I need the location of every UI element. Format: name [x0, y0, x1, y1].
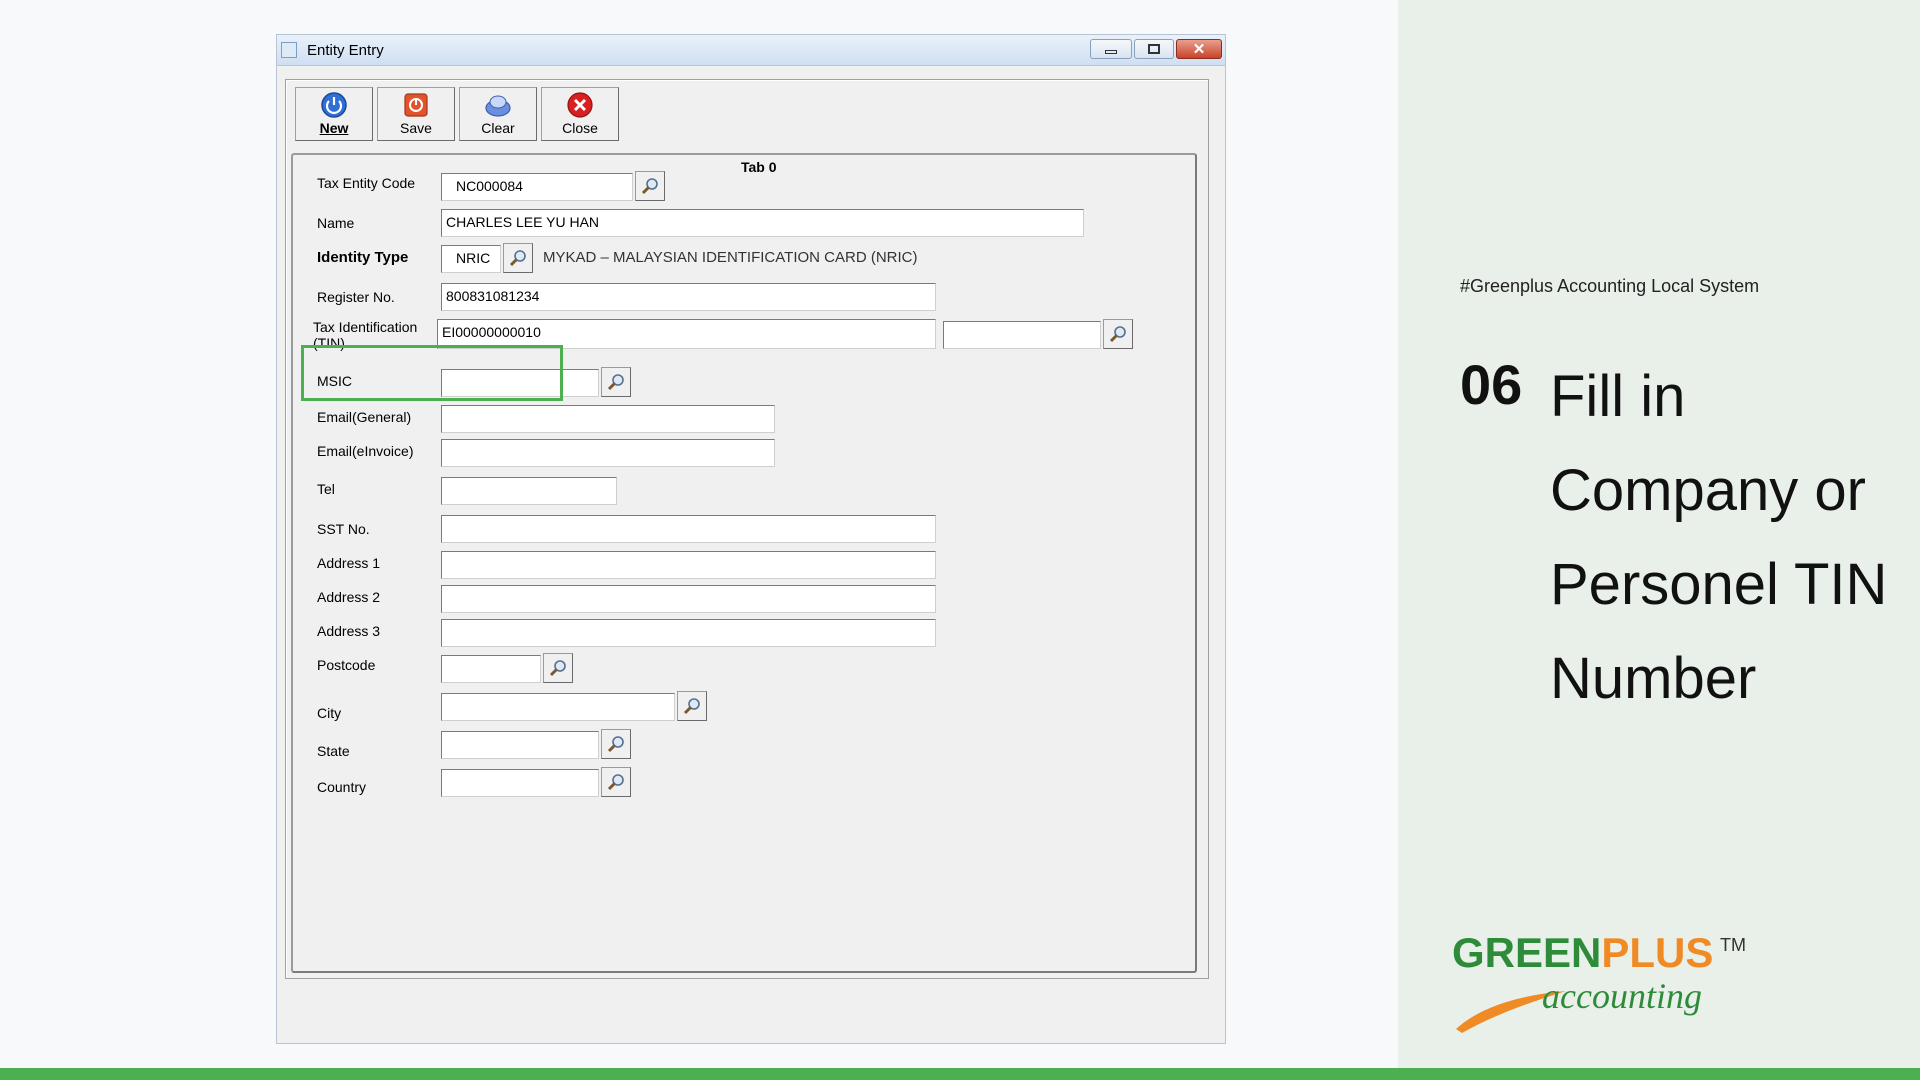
address1-label: Address 1	[317, 555, 381, 571]
address3-label: Address 3	[317, 623, 381, 639]
city-label: City	[317, 705, 342, 721]
tel-label: Tel	[317, 481, 335, 497]
app-icon	[281, 42, 297, 58]
step-number: 06	[1460, 353, 1523, 416]
tel-input[interactable]	[441, 477, 617, 505]
identity-type-input[interactable]: NRIC	[441, 245, 501, 273]
logo-trademark: TM	[1720, 935, 1746, 955]
msic-lookup-button[interactable]	[601, 367, 631, 397]
logo-green-text: GREEN	[1452, 929, 1602, 976]
address1-input[interactable]	[441, 551, 936, 579]
clear-label: Clear	[481, 120, 515, 136]
sst-label: SST No.	[317, 521, 370, 537]
postcode-lookup-button[interactable]	[543, 653, 573, 683]
email-general-label: Email(General)	[317, 409, 412, 425]
step-title: Fill in Company or Personel TIN Number	[1550, 364, 1888, 711]
identity-type-label: Identity Type	[317, 249, 409, 266]
close-icon: ✕	[1192, 40, 1206, 58]
city-lookup-button[interactable]	[677, 691, 707, 721]
magnifier-icon	[607, 736, 624, 753]
magnifier-icon	[509, 250, 526, 267]
country-lookup-button[interactable]	[601, 767, 631, 797]
address2-input[interactable]	[441, 585, 936, 613]
form-panel: Tab 0 Tax Entity Code NC000084 Name CHAR…	[291, 153, 1197, 973]
tin-label-line1: Tax Identification	[313, 319, 418, 335]
identity-type-lookup-button[interactable]	[503, 243, 533, 273]
state-lookup-button[interactable]	[601, 729, 631, 759]
new-button[interactable]: New	[295, 87, 373, 141]
register-no-label: Register No.	[317, 289, 395, 305]
close-circle-icon	[567, 92, 593, 118]
tab-title: Tab 0	[741, 159, 777, 175]
close-button[interactable]: Close	[541, 87, 619, 141]
save-button[interactable]: Save	[377, 87, 455, 141]
tax-entity-code-label: Tax Entity Code	[317, 175, 416, 191]
magnifier-icon	[1109, 326, 1126, 343]
tin-highlight-box	[301, 345, 563, 401]
save-label: Save	[400, 120, 432, 136]
state-label: State	[317, 743, 350, 759]
maximize-icon	[1148, 44, 1160, 54]
clear-button[interactable]: Clear	[459, 87, 537, 141]
magnifier-icon	[607, 374, 624, 391]
tax-entity-code-lookup-button[interactable]	[635, 171, 665, 201]
logo-plus-text: PLUS	[1601, 929, 1714, 976]
maximize-button[interactable]	[1134, 39, 1174, 59]
identity-type-description: MYKAD – MALAYSIAN IDENTIFICATION CARD (N…	[543, 249, 918, 266]
state-input[interactable]	[441, 731, 599, 759]
tin-extra-input[interactable]	[943, 321, 1101, 349]
postcode-label: Postcode	[317, 657, 376, 673]
close-label: Close	[562, 120, 598, 136]
tin-lookup-button[interactable]	[1103, 319, 1133, 349]
clear-icon	[485, 95, 511, 117]
greenplus-logo: GREENPLUS TM accounting	[1450, 925, 1750, 1035]
bottom-accent-bar	[0, 1068, 1920, 1080]
sst-input[interactable]	[441, 515, 936, 543]
name-label: Name	[317, 215, 355, 231]
magnifier-icon	[683, 698, 700, 715]
register-no-input[interactable]: 800831081234	[441, 283, 936, 311]
logo-accounting-text: accounting	[1542, 976, 1702, 1016]
email-einvoice-input[interactable]	[441, 439, 775, 467]
address2-label: Address 2	[317, 589, 381, 605]
email-general-input[interactable]	[441, 405, 775, 433]
tax-entity-code-input[interactable]: NC000084	[441, 173, 633, 201]
toolbar: New Save Clear Close	[295, 87, 623, 143]
new-label: New	[319, 120, 349, 136]
magnifier-icon	[549, 660, 566, 677]
minimize-button[interactable]	[1090, 39, 1132, 59]
save-icon	[404, 93, 428, 117]
power-icon	[321, 92, 347, 118]
name-input[interactable]: CHARLES LEE YU HAN	[441, 209, 1084, 237]
email-einvoice-label: Email(eInvoice)	[317, 443, 414, 459]
address3-input[interactable]	[441, 619, 936, 647]
title-bar[interactable]: Entity Entry ✕	[277, 35, 1225, 66]
minimize-icon	[1105, 50, 1117, 54]
magnifier-icon	[641, 178, 658, 195]
window-close-button[interactable]: ✕	[1176, 39, 1222, 59]
city-input[interactable]	[441, 693, 675, 721]
window-title: Entity Entry	[307, 42, 384, 59]
country-input[interactable]	[441, 769, 599, 797]
entity-entry-window: Entity Entry ✕ New Save Clear Close Tab …	[276, 34, 1226, 1044]
magnifier-icon	[607, 774, 624, 791]
postcode-input[interactable]	[441, 655, 541, 683]
hashtag-caption: #Greenplus Accounting Local System	[1460, 276, 1760, 296]
country-label: Country	[317, 779, 367, 795]
logo-wordmark: GREENPLUS	[1452, 929, 1713, 977]
